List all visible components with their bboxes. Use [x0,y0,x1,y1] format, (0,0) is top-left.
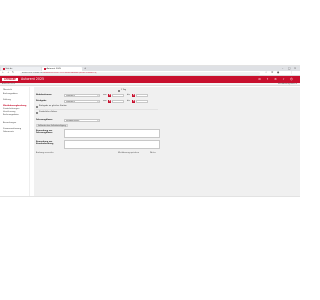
reload-icon[interactable]: ↻ [12,71,14,75]
sidebar-item-extras[interactable]: Zusatzleistungen [3,108,19,110]
return-from-input[interactable] [112,100,124,103]
return-to-input[interactable] [136,100,148,103]
back-icon[interactable]: ← [2,71,4,75]
remark-vehicle-label: Bemerkung zur Fahrzeugklasse [36,130,53,135]
sidebar-item-booking-data[interactable]: Buchungsdaten [3,93,18,95]
sidebar-item-overview[interactable]: Übersicht [3,89,12,91]
url-host: autoverleih.lexware.de [22,72,43,74]
profile-icon[interactable]: ● [277,71,279,75]
close-icon[interactable]: × [294,67,296,70]
save-vehicle-button[interactable]: Mietfahrzeug speichern [118,152,139,155]
url-path: /#/autorent/2025/CUSTOMER/IDIbNsmEQd2l9l… [42,72,97,74]
notifications-icon[interactable]: ♪ [282,77,285,81]
minimize-icon[interactable]: – [282,67,283,70]
lexware-favicon-icon [43,67,46,70]
sub-header-right: Mietfahrzeug buchen [277,83,297,85]
remark-vehicle-textarea[interactable] [64,129,160,138]
sidebar-item-invoice-data[interactable]: Rechnungsdaten [3,114,19,116]
pickup-to-label: bis [127,94,130,97]
browser-window: Sixt.de Autorent 2025 + – □ × ← → ↻ auto… [0,65,300,197]
calendar-icon[interactable]: ▦ [132,94,136,97]
sub-header: Autorent 2025 Mietfahrzeug buchen [0,83,300,86]
menu-icon[interactable]: ⋮ [290,71,293,75]
one-day-label: 1 Tag [121,89,127,92]
sidebar-item-remarks[interactable]: Bemerkungen [3,122,16,124]
help-icon[interactable]: ? [266,77,269,81]
sidebar-item-vehicle-booking[interactable]: Mietfahrzeugbuchung [3,105,26,107]
next-button[interactable]: Weiter [150,152,156,155]
calendar-icon[interactable]: ▦ [108,94,112,97]
pickup-location-value: Flughafen [66,95,75,97]
pickup-to-input[interactable] [136,94,148,97]
chevron-down-icon: ▾ [97,101,99,103]
star-icon[interactable]: ☆ [265,71,267,75]
sidebar-item-documents[interactable]: Dokumente [3,131,14,133]
remark-customer-label: Bemerkung zur Kundenbuchung [36,141,54,146]
browser-tab-label: Sixt.de [5,68,13,70]
vehicle-class-select[interactable]: Kompaktklasse ▾ [64,119,100,122]
sidebar: Übersicht Buchungsdaten Zahlung Mietfahr… [0,87,30,196]
same-location-checkbox[interactable] [36,105,38,108]
browser-tab-label: Autorent 2025 [46,68,61,70]
sidebar-item-summary[interactable]: Zusammenfassung [3,128,21,130]
maximize-icon[interactable]: □ [288,67,290,70]
discard-button[interactable]: Buchung verwerfen [36,152,54,155]
booking-form: 1 Tag Abholzeitraum Flughafen ▾ von ▦ bis… [34,87,300,196]
url-field[interactable]: autoverleih.lexware.de/#/autorent/2025/C… [20,72,260,75]
sixt-favicon-icon [2,67,5,70]
app-title: Autorent 2025 [21,77,44,81]
return-location-value: Flughafen [66,101,75,103]
calendar-icon[interactable]: ▦ [108,100,112,103]
pickup-label: Abholzeitraum [36,94,52,97]
one-day-checkbox[interactable] [118,89,120,92]
settings-icon[interactable]: ⚙ [274,77,277,81]
chevron-down-icon: ▾ [97,120,99,122]
extensions-icon[interactable]: ⚙ [271,71,273,75]
vehicle-class-label: Fahrzeugklasse [36,119,53,122]
sub-header-left: Autorent 2025 [2,83,15,85]
forward-icon[interactable]: → [7,71,9,75]
same-location-label: Rückgabe an gleicher Station [39,105,67,108]
sidebar-item-insurance[interactable]: Versicherung [3,111,15,113]
extra-driver-checkbox[interactable] [36,111,38,114]
pickup-from-label: von [103,94,107,97]
chat-icon[interactable]: ✉ [258,77,261,81]
return-to-label: bis [127,100,130,103]
remark-customer-textarea[interactable] [64,140,160,149]
return-location-select[interactable]: Flughafen ▾ [64,100,100,103]
calendar-icon[interactable]: ▦ [132,100,136,103]
brand-logo[interactable]: LEXWARE [2,77,18,82]
app-header: LEXWARE Autorent 2025 ✉ ? ⚙ ♪ ☺ [0,76,300,83]
return-label: Rückgabe [36,100,47,103]
user-icon[interactable]: ☺ [290,77,293,81]
sidebar-item-payment[interactable]: Zahlung [3,99,11,101]
insurance-chip[interactable]: Vollkasko ohne Selbstbeteiligung [36,124,68,127]
return-from-label: von [103,100,107,103]
vehicle-class-value: Kompaktklasse [66,120,80,122]
pickup-location-select[interactable]: Flughafen ▾ [64,94,100,97]
new-tab-icon[interactable]: + [84,67,86,70]
pickup-from-input[interactable] [112,94,124,97]
chevron-down-icon: ▾ [97,95,99,97]
extra-driver-label: Zusätzlicher Fahrer [39,111,58,114]
